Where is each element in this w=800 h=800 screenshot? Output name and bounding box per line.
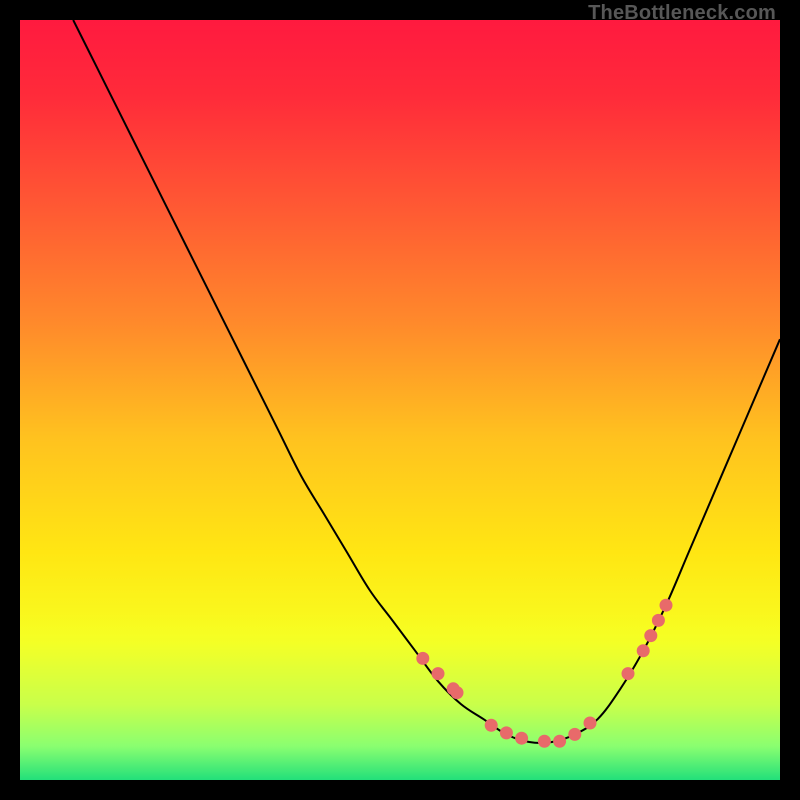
chart-frame bbox=[20, 20, 780, 780]
marker-dot bbox=[500, 726, 513, 739]
highlight-band bbox=[20, 613, 780, 780]
marker-dot bbox=[660, 599, 673, 612]
marker-dot bbox=[451, 686, 464, 699]
marker-dot bbox=[553, 735, 566, 748]
marker-dot bbox=[515, 732, 528, 745]
marker-dot bbox=[416, 652, 429, 665]
bottleneck-chart bbox=[20, 20, 780, 780]
marker-dot bbox=[584, 717, 597, 730]
watermark-text: TheBottleneck.com bbox=[588, 2, 776, 25]
marker-dot bbox=[568, 728, 581, 741]
marker-dot bbox=[432, 667, 445, 680]
marker-dot bbox=[622, 667, 635, 680]
marker-dot bbox=[538, 735, 551, 748]
marker-dot bbox=[637, 644, 650, 657]
marker-dot bbox=[485, 719, 498, 732]
marker-dot bbox=[644, 629, 657, 642]
marker-dot bbox=[652, 614, 665, 627]
